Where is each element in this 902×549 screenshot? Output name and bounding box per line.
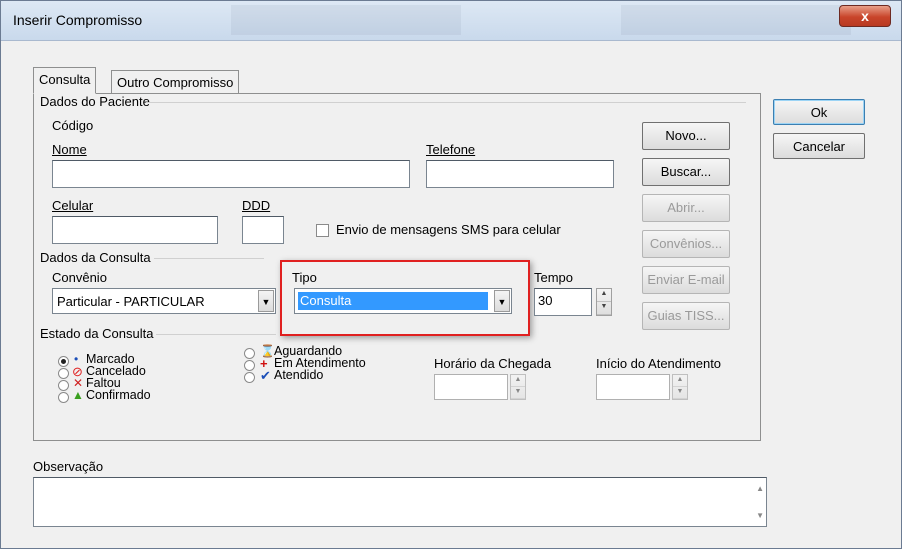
radio-cancelado[interactable] [58, 368, 69, 379]
codigo-label: Código [52, 118, 94, 133]
group-line [154, 258, 264, 259]
chevron-down-icon[interactable]: ▼ [258, 290, 274, 312]
tempo-input[interactable]: 30 [534, 288, 592, 316]
cancel-button[interactable]: Cancelar [773, 133, 865, 159]
novo-button[interactable]: Novo... [642, 122, 730, 150]
convenios-button[interactable]: Convênios... [642, 230, 730, 258]
horario-label: Horário da Chegada [434, 356, 552, 371]
thumbs-up-icon: ▲ [72, 388, 84, 402]
celular-label: Celular [52, 198, 94, 213]
dialog-client-area: Consulta Outro Compromisso Dados do Paci… [9, 41, 895, 543]
ddd-label: DDD [242, 198, 271, 213]
telefone-label: Telefone [426, 142, 476, 157]
option-atendido: Atendido [274, 368, 324, 382]
tab-outro-compromisso[interactable]: Outro Compromisso [111, 70, 240, 94]
abrir-button[interactable]: Abrir... [642, 194, 730, 222]
nome-input[interactable] [52, 160, 410, 188]
group-line [156, 334, 276, 335]
chevron-down-icon[interactable]: ▼ [494, 290, 510, 312]
observacao-textarea[interactable]: ▲ ▼ [33, 477, 767, 527]
option-confirmado: Confirmado [86, 388, 151, 402]
convenio-select[interactable]: Particular - PARTICULAR ▼ [52, 288, 276, 314]
sms-checkbox[interactable] [316, 224, 329, 237]
convenio-label: Convênio [52, 270, 107, 285]
tipo-select[interactable]: Consulta ▼ [294, 288, 512, 314]
radio-confirmado[interactable] [58, 392, 69, 403]
group-title-estado: Estado da Consulta [40, 326, 154, 341]
check-icon: ✔ [260, 368, 271, 383]
close-icon: x [861, 8, 869, 24]
telefone-input[interactable] [426, 160, 614, 188]
inicio-input[interactable] [596, 374, 670, 400]
guias-tiss-button[interactable]: Guias TISS... [642, 302, 730, 330]
inicio-label: Início do Atendimento [596, 356, 722, 371]
dialog-window: Inserir Compromisso x Consulta Outro Com… [0, 0, 902, 549]
group-line [146, 102, 746, 103]
tipo-label: Tipo [292, 270, 317, 285]
group-title-consulta: Dados da Consulta [40, 250, 151, 265]
window-title: Inserir Compromisso [13, 12, 143, 28]
radio-faltou[interactable] [58, 380, 69, 391]
enviar-email-button[interactable]: Enviar E-mail [642, 266, 730, 294]
close-button[interactable]: x [839, 5, 891, 27]
horario-input[interactable] [434, 374, 508, 400]
buscar-button[interactable]: Buscar... [642, 158, 730, 186]
tempo-label: Tempo [534, 270, 574, 285]
celular-input[interactable] [52, 216, 218, 244]
tempo-spinner[interactable]: ▲ ▼ [596, 288, 612, 316]
background-ghost [621, 5, 851, 35]
radio-em-atendimento[interactable] [244, 360, 255, 371]
tab-consulta[interactable]: Consulta [33, 67, 97, 94]
title-bar[interactable]: Inserir Compromisso x [1, 1, 901, 41]
horario-spinner[interactable]: ▲ ▼ [510, 374, 526, 400]
ddd-input[interactable] [242, 216, 284, 244]
scroll-down-icon[interactable]: ▼ [756, 511, 764, 520]
tipo-selected-value: Consulta [298, 292, 488, 310]
sms-label: Envio de mensagens SMS para celular [336, 222, 561, 237]
radio-atendido[interactable] [244, 372, 255, 383]
observacao-label: Observação [33, 459, 104, 474]
radio-aguardando[interactable] [244, 348, 255, 359]
group-title-paciente: Dados do Paciente [40, 94, 150, 109]
ok-button[interactable]: Ok [773, 99, 865, 125]
radio-marcado[interactable] [58, 356, 69, 367]
background-ghost [231, 5, 461, 35]
nome-label: Nome [52, 142, 87, 157]
inicio-spinner[interactable]: ▲ ▼ [672, 374, 688, 400]
tab-panel-consulta: Dados do Paciente Código Nome Telefone C… [33, 93, 761, 441]
scroll-up-icon[interactable]: ▲ [756, 484, 764, 493]
